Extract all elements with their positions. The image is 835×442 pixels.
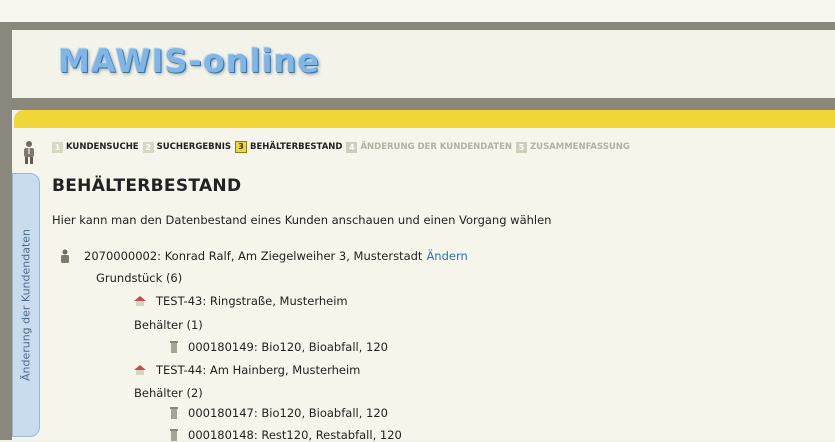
grundstueck-label: Grundstück (6) [96, 271, 183, 285]
step-number: 4 [346, 141, 358, 153]
bin-icon [170, 407, 178, 419]
bin-text: 000180149: Bio120, Bioabfall, 120 [188, 340, 388, 354]
frame-border-top [12, 22, 835, 30]
frame-divider [12, 98, 835, 110]
step-suchergebnis[interactable]: 2 SUCHERGEBNIS [142, 141, 232, 153]
edit-customer-link[interactable]: Ändern [426, 249, 467, 263]
step-aenderung: 4 ÄNDERUNG DER KUNDENDATEN [346, 141, 512, 153]
bin-text: 000180147: Bio120, Bioabfall, 120 [188, 406, 388, 420]
frame-border-left [0, 22, 12, 440]
app-logo: MAWIS-online [58, 42, 320, 80]
top-strip [0, 0, 835, 22]
property-name: TEST-43: Ringstraße, Musterheim [156, 294, 348, 308]
step-number: 1 [52, 141, 63, 153]
step-navigation: 1 KUNDENSUCHE 2 SUCHERGEBNIS 3 BEHÄLTERB… [52, 141, 630, 153]
step-number: 3 [235, 141, 248, 153]
bin-row[interactable]: 000180149: Bio120, Bioabfall, 120 [170, 340, 388, 354]
bin-row[interactable]: 000180147: Bio120, Bioabfall, 120 [170, 406, 388, 420]
step-kundensuche[interactable]: 1 KUNDENSUCHE [52, 141, 139, 153]
property-row[interactable]: TEST-44: Am Hainberg, Musterheim [134, 363, 360, 377]
step-number: 2 [142, 141, 154, 153]
step-label: SUCHERGEBNIS [156, 142, 232, 152]
page-title: BEHÄLTERBESTAND [52, 176, 242, 196]
person-icon [24, 141, 34, 164]
bin-icon [170, 341, 178, 353]
step-label: BEHÄLTERBESTAND [250, 142, 343, 152]
page-description: Hier kann man den Datenbestand eines Kun… [52, 213, 552, 227]
behaelter-label: Behälter (2) [134, 386, 203, 400]
customer-text: 2070000002: Konrad Ralf, Am Ziegelweiher… [84, 249, 423, 263]
step-label: ÄNDERUNG DER KUNDENDATEN [360, 142, 512, 152]
bin-icon [170, 429, 178, 441]
accent-bar [14, 110, 835, 128]
step-label: ZUSAMMENFASSUNG [530, 142, 630, 152]
step-behaelterbestand[interactable]: 3 BEHÄLTERBESTAND [235, 141, 342, 153]
step-zusammenfassung: 5 ZUSAMMENFASSUNG [516, 141, 630, 153]
property-name: TEST-44: Am Hainberg, Musterheim [156, 363, 361, 377]
house-icon [134, 365, 146, 375]
step-label: KUNDENSUCHE [66, 142, 139, 152]
side-tab-label: Änderung der Kundendaten [19, 228, 33, 382]
behaelter-label: Behälter (1) [134, 318, 203, 332]
step-number: 5 [516, 141, 527, 153]
customer-row: 2070000002: Konrad Ralf, Am Ziegelweiher… [60, 249, 468, 263]
property-row[interactable]: TEST-43: Ringstraße, Musterheim [134, 294, 348, 308]
side-tab-kundendaten[interactable]: Änderung der Kundendaten [12, 173, 40, 437]
person-icon [61, 249, 69, 263]
house-icon [134, 296, 146, 306]
